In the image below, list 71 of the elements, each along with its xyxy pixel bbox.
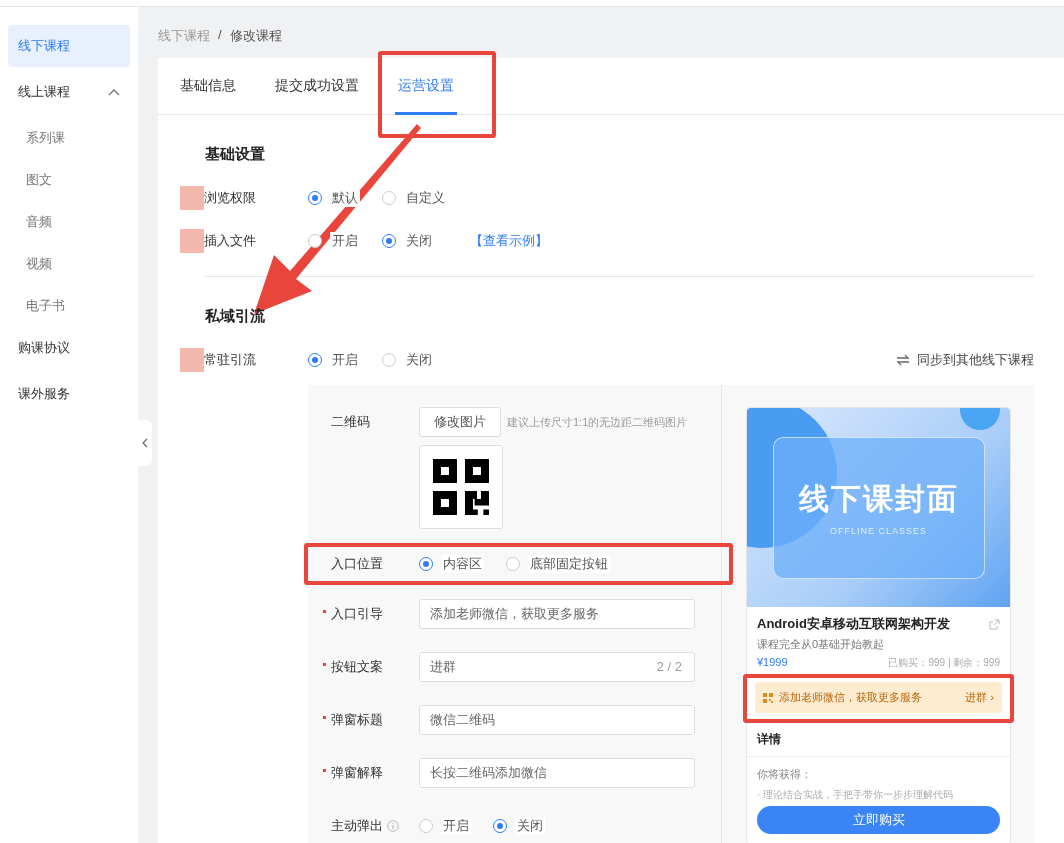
field-label: 入口引导 bbox=[331, 604, 383, 623]
field-label: 入口位置 bbox=[331, 555, 384, 573]
buy-button[interactable]: 立即购买 bbox=[757, 806, 1000, 834]
radio-button[interactable] bbox=[382, 352, 396, 367]
field-label: 弹窗标题 bbox=[331, 710, 383, 729]
radio-label: 关闭 bbox=[404, 350, 434, 369]
swap-arrows-icon bbox=[896, 353, 910, 366]
price: ¥1999 bbox=[757, 656, 788, 668]
course-description: 课程完全从0基础开始教起 bbox=[757, 637, 886, 652]
cover-subtitle: OFFLINE CLASSES bbox=[830, 526, 927, 536]
sidebar-subitem[interactable]: 电子书 bbox=[8, 285, 130, 327]
input-field[interactable]: 长按二维码添加微信 bbox=[419, 757, 695, 788]
field-label: 按钮文案 bbox=[331, 657, 383, 676]
radio-button[interactable] bbox=[308, 190, 322, 205]
radio-label: 内容区 bbox=[441, 555, 484, 573]
radio-button[interactable] bbox=[308, 352, 322, 367]
sidebar-subitem[interactable]: 音频 bbox=[8, 201, 130, 243]
field-label: 弹窗解释 bbox=[331, 763, 383, 782]
change-image-button[interactable]: 修改图片 bbox=[419, 407, 501, 437]
radio-label: 默认 bbox=[330, 188, 360, 207]
breadcrumb-item: 修改课程 bbox=[229, 27, 282, 43]
radio-label: 开启 bbox=[330, 231, 360, 250]
input-field[interactable]: 进群 2 / 2 bbox=[419, 651, 695, 682]
share-icon[interactable] bbox=[989, 618, 1000, 630]
input-field[interactable]: 微信二维码 bbox=[419, 704, 695, 735]
radio-button[interactable] bbox=[308, 233, 322, 248]
breadcrumb-separator: / bbox=[218, 27, 222, 43]
sync-link[interactable]: 同步到其他线下课程 bbox=[896, 350, 1034, 369]
sidebar-subitem[interactable]: 视频 bbox=[8, 243, 130, 285]
example-link[interactable]: 【查看示例】 bbox=[470, 231, 548, 250]
cover-title: 线下课封面 bbox=[798, 481, 959, 517]
radio-button[interactable] bbox=[506, 557, 520, 571]
field-label: 主动弹出 bbox=[331, 816, 383, 835]
grid-icon bbox=[763, 692, 773, 703]
radio-button[interactable] bbox=[382, 233, 396, 248]
radio-button[interactable] bbox=[419, 557, 433, 571]
qr-code-icon bbox=[419, 445, 503, 529]
sidebar-item[interactable]: 线下课程 bbox=[8, 25, 130, 67]
tab[interactable]: 提交成功设置 bbox=[275, 58, 359, 114]
radio-label: 开启 bbox=[441, 816, 471, 835]
sidebar-item[interactable]: 购课协议 bbox=[8, 327, 130, 369]
char-counter: 2 / 2 bbox=[656, 659, 682, 674]
input-field[interactable]: 添加老师微信，获取更多服务 bbox=[419, 598, 695, 629]
radio-button[interactable] bbox=[493, 818, 507, 833]
sidebar-subitem[interactable]: 图文 bbox=[8, 159, 130, 201]
course-title: Android安卓移动互联网架构开发 bbox=[757, 615, 950, 633]
sales-stats: 已购买：999 | 剩余：999 bbox=[888, 656, 1000, 668]
field-label: 插入文件 bbox=[204, 231, 256, 250]
collapse-handle[interactable] bbox=[138, 420, 152, 466]
tab[interactable]: 基础信息 bbox=[180, 58, 236, 114]
field-label: 常驻引流 bbox=[204, 350, 256, 369]
field-label: 浏览权限 bbox=[204, 188, 256, 207]
wechat-banner[interactable]: 添加老师微信，获取更多服务 进群 › bbox=[755, 682, 1002, 713]
field-label: 二维码 bbox=[331, 413, 371, 431]
hint-text: 建议上传尺寸1:1的无边距二维码图片 bbox=[507, 414, 688, 430]
radio-button[interactable] bbox=[419, 818, 433, 833]
section-title: 私域引流 bbox=[205, 307, 265, 324]
gain-heading: 你将获得： bbox=[757, 767, 813, 782]
radio-label: 关闭 bbox=[515, 816, 545, 835]
sidebar-subitem[interactable]: 系列课 bbox=[8, 117, 130, 159]
radio-label: 关闭 bbox=[404, 231, 434, 250]
info-icon[interactable] bbox=[387, 819, 399, 832]
sidebar-item[interactable]: 线上课程 bbox=[8, 71, 130, 113]
radio-label: 自定义 bbox=[404, 188, 447, 207]
radio-label: 开启 bbox=[330, 350, 360, 369]
radio-label: 底部固定按钮 bbox=[528, 555, 610, 573]
section-title: 基础设置 bbox=[205, 145, 265, 162]
radio-button[interactable] bbox=[382, 190, 396, 205]
details-heading: 详情 bbox=[747, 723, 1010, 757]
sidebar-item[interactable]: 课外服务 bbox=[8, 373, 130, 415]
tab[interactable]: 运营设置 bbox=[398, 58, 454, 114]
